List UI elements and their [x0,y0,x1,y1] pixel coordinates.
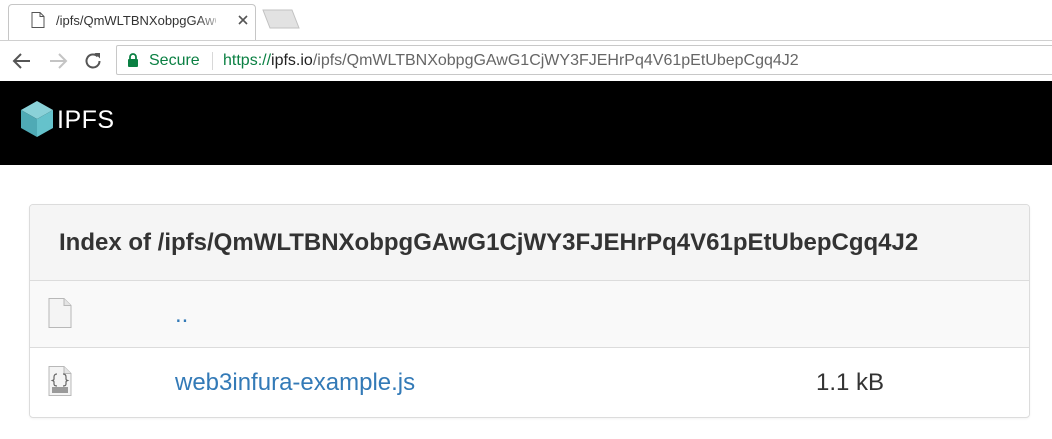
site-header: IPFS [0,81,1052,165]
reload-icon[interactable] [82,50,104,72]
secure-label: Secure [149,52,200,69]
url-host: ipfs.io [271,52,313,69]
file-link[interactable]: web3infura-example.js [175,369,415,397]
browser-toolbar: Secure https://ipfs.io/ipfs/QmWLTBNXobpg… [0,40,1052,80]
file-size: 1.1 kB [816,369,885,396]
page-icon [31,12,45,28]
panel-heading: Index of /ipfs/QmWLTBNXobpgGAwG1CjWY3FJE… [30,205,1029,281]
url-scheme: https:// [223,52,272,69]
browser-tab[interactable]: /ipfs/QmWLTBNXobpgGAwG1CjWY3FJEHrPq4V61p… [8,4,256,40]
blank-file-icon [48,298,72,328]
table-row: .. [30,281,1029,348]
ipfs-cube-logo-icon[interactable] [20,100,54,138]
index-title: Index of /ipfs/QmWLTBNXobpgGAwG1CjWY3FJE… [59,229,919,256]
tab-strip: /ipfs/QmWLTBNXobpgGAwG1CjWY3FJEHrPq4V61p… [0,0,1052,40]
lock-icon [128,53,138,67]
tab-title-fade [196,9,228,31]
ipfs-wordmark[interactable]: IPFS [57,106,115,135]
index-panel: Index of /ipfs/QmWLTBNXobpgGAwG1CjWY3FJE… [29,204,1030,418]
address-separator [212,52,213,70]
table-row: web3infura-example.js 1.1 kB [30,349,1029,416]
script-file-icon [48,366,72,396]
back-arrow-icon[interactable] [11,50,33,72]
address-bar[interactable]: Secure https://ipfs.io/ipfs/QmWLTBNXobpg… [116,45,1052,75]
close-icon[interactable] [237,14,249,26]
forward-arrow-icon[interactable] [47,50,69,72]
new-tab-button[interactable] [262,9,300,29]
tab-title: /ipfs/QmWLTBNXobpgGAwG1CjWY3FJEHrPq4V61p… [56,13,216,28]
url-path: /ipfs/QmWLTBNXobpgGAwG1CjWY3FJEHrPq4V61p… [312,52,799,69]
parent-directory-link[interactable]: .. [175,301,188,329]
url-text: https://ipfs.io/ipfs/QmWLTBNXobpgGAwG1Cj… [223,52,799,70]
